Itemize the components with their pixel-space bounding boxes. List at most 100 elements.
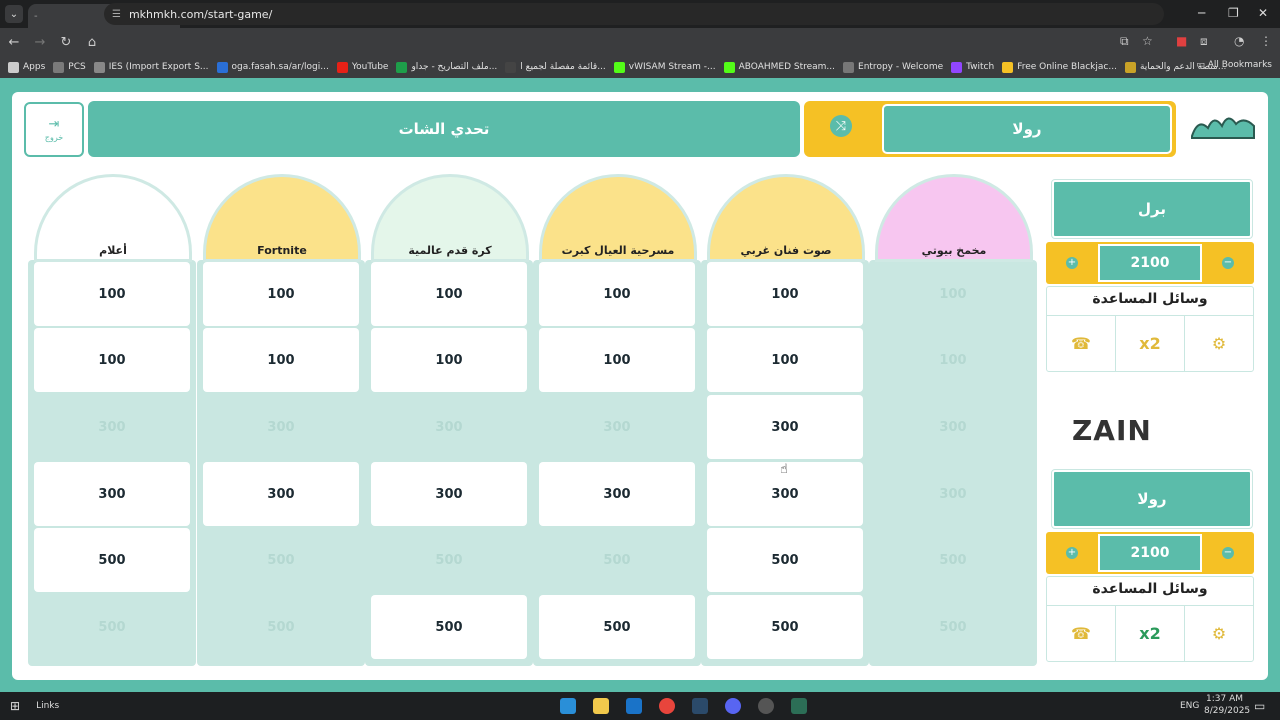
all-bookmarks[interactable]: ▭ All Bookmarks [1196, 60, 1272, 70]
install-icon[interactable]: ⧉ [1120, 34, 1129, 49]
start-icon[interactable]: ⊞ [10, 699, 20, 713]
question-cell[interactable]: 100 [203, 328, 359, 392]
clock-time[interactable]: 1:37 AM [1206, 694, 1243, 704]
app-icon[interactable] [758, 698, 774, 714]
app2-icon[interactable] [791, 698, 807, 714]
browser-window: ⌄ - مخمخ ✕ + ─ ❐ ✕ ← → ↻ ⌂ ☰ mkhmkh.com/… [0, 0, 1280, 720]
double-points-icon[interactable]: x2 [1115, 606, 1184, 661]
question-cell[interactable]: 500 [539, 595, 695, 659]
bookmark-item[interactable]: IES (Import Export S... [93, 61, 209, 73]
category-label: أعلام [99, 244, 127, 257]
question-cell[interactable]: 500 [34, 528, 190, 592]
question-cell[interactable]: 100 [707, 328, 863, 392]
bookmark-item[interactable]: Free Online Blackjac... [1002, 61, 1117, 73]
explorer-icon[interactable] [593, 698, 609, 714]
steam-icon[interactable] [692, 698, 708, 714]
chat-challenge-button[interactable]: تحدي الشات [88, 101, 800, 157]
bookmark-label: vWISAM Stream -... [628, 62, 716, 72]
bookmark-favicon-icon [1002, 61, 1014, 73]
question-cell[interactable]: 500 [707, 595, 863, 659]
back-icon[interactable]: ← [2, 35, 26, 50]
close-window-icon[interactable]: ✕ [1258, 6, 1268, 20]
extensions-icon[interactable]: ⧈ [1200, 34, 1208, 49]
bookmark-item[interactable]: Entropy - Welcome [843, 61, 943, 73]
team2-decrease-icon[interactable]: − [1222, 547, 1234, 559]
menu-icon[interactable]: ⋮ [1260, 34, 1272, 48]
bookmark-item[interactable]: oga.fasah.sa/ar/logi... [216, 61, 329, 73]
team1-name: برل [1051, 179, 1253, 239]
bookmark-label: Free Online Blackjac... [1017, 62, 1117, 72]
question-cell[interactable]: 100 [707, 262, 863, 326]
bookmark-item[interactable]: Apps [8, 61, 46, 73]
url-field[interactable]: ☰ mkhmkh.com/start-game/ [104, 3, 1164, 25]
chrome-icon[interactable] [659, 698, 675, 714]
bookmark-favicon-icon [216, 61, 228, 73]
profile-icon[interactable]: ◔ [1234, 34, 1244, 48]
bookmark-item[interactable]: YouTube [336, 61, 388, 73]
minimize-icon[interactable]: ─ [1198, 6, 1205, 20]
bookmark-item[interactable]: Twitch [951, 61, 994, 73]
bookmark-label: قائمة مفصلة لجميع ا... [520, 62, 606, 72]
bookmarks-bar: Apps PCS IES (Import Export S... oga.fasah.… [0, 56, 1280, 78]
current-team-name: رولا [882, 104, 1172, 154]
team2-increase-icon[interactable]: + [1066, 547, 1078, 559]
question-cell[interactable]: 100 [371, 328, 527, 392]
reload-icon[interactable]: ↻ [54, 35, 78, 50]
language-indicator[interactable]: ENG [1180, 701, 1199, 711]
question-cell[interactable]: 100 [539, 328, 695, 392]
category-header: مسرحية العيال كبرت [539, 174, 697, 262]
site-info-icon[interactable]: ☰ [112, 9, 121, 20]
question-cell[interactable]: 100 [371, 262, 527, 326]
bookmark-item[interactable]: ملف التصاريح - جداو... [396, 61, 497, 73]
team1-decrease-icon[interactable]: − [1222, 257, 1234, 269]
bookmark-label: Apps [23, 62, 46, 72]
outlook-icon[interactable] [626, 698, 642, 714]
bookmark-item[interactable]: ABOAHMED Stream... [723, 61, 835, 73]
bookmark-item[interactable]: قائمة مفصلة لجميع ا... [505, 61, 606, 73]
url-text: mkhmkh.com/start-game/ [128, 7, 273, 21]
exit-button[interactable]: ⇥ خروج [24, 102, 84, 157]
question-cell[interactable]: 300 [707, 395, 863, 459]
question-cell[interactable]: 300 [34, 462, 190, 526]
category-label: مسرحية العيال كبرت [561, 244, 675, 257]
hint-icon[interactable]: ⚙ [1184, 316, 1253, 371]
bookmark-label: oga.fasah.sa/ar/logi... [231, 62, 329, 72]
question-cell[interactable]: 100 [34, 328, 190, 392]
call-friend-icon[interactable]: ☎ [1047, 316, 1115, 371]
hint-icon[interactable]: ⚙ [1184, 606, 1253, 661]
star-icon[interactable]: ☆ [1142, 34, 1153, 48]
question-cell[interactable]: 100 [203, 262, 359, 326]
taskbar-links[interactable]: Links [36, 701, 59, 711]
question-cell: 100 [875, 328, 1031, 392]
question-cell: 500 [539, 528, 695, 592]
skip-turn-icon[interactable]: ⤨ [830, 115, 852, 137]
team1-increase-icon[interactable]: + [1066, 257, 1078, 269]
bookmark-item[interactable]: PCS [53, 61, 86, 73]
question-cell[interactable]: 300 [371, 462, 527, 526]
call-friend-icon[interactable]: ☎ [1047, 606, 1115, 661]
adblock-icon[interactable]: ■ [1176, 34, 1187, 48]
discord-icon[interactable] [725, 698, 741, 714]
notifications-icon[interactable]: ▭ [1254, 699, 1265, 713]
question-cell[interactable]: 500 [707, 528, 863, 592]
question-cell[interactable]: 300 [539, 462, 695, 526]
question-cell[interactable]: 500 [371, 595, 527, 659]
bookmark-favicon-icon [336, 61, 348, 73]
double-points-icon[interactable]: x2 [1115, 316, 1184, 371]
restore-icon[interactable]: ❐ [1228, 6, 1239, 20]
bookmark-item[interactable]: vWISAM Stream -... [613, 61, 716, 73]
home-icon[interactable]: ⌂ [80, 35, 104, 50]
tab-search-icon[interactable]: ⌄ [5, 5, 23, 23]
clock-date[interactable]: 8/29/2025 [1204, 706, 1250, 716]
forward-icon[interactable]: → [28, 35, 52, 50]
question-cell: 300 [875, 462, 1031, 526]
question-cell[interactable]: 300 [203, 462, 359, 526]
team2-score-box: − 2100 + [1046, 532, 1254, 574]
question-cell: 500 [371, 528, 527, 592]
question-cell[interactable]: 100 [539, 262, 695, 326]
bookmark-favicon-icon [951, 61, 963, 73]
question-cell[interactable]: 100 [34, 262, 190, 326]
address-bar-row: ← → ↻ ⌂ [0, 28, 1280, 56]
edge-icon[interactable] [560, 698, 576, 714]
question-cell: 100 [875, 262, 1031, 326]
